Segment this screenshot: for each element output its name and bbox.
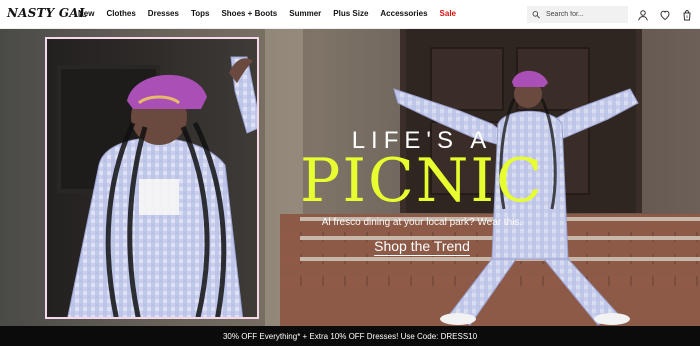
- nav-item-tops[interactable]: Tops: [191, 9, 210, 18]
- nav-item-clothes[interactable]: Clothes: [106, 9, 135, 18]
- nav-item-sale[interactable]: Sale: [440, 9, 456, 18]
- nav-item-summer[interactable]: Summer: [289, 9, 321, 18]
- search-box[interactable]: [527, 6, 628, 23]
- nav-item-accessories[interactable]: Accessories: [380, 9, 427, 18]
- model-left-photo: [67, 56, 257, 317]
- bag-count: 0: [686, 14, 689, 19]
- wishlist-button[interactable]: [659, 8, 671, 21]
- nav-item-dresses[interactable]: Dresses: [148, 9, 179, 18]
- heart-icon: [660, 10, 670, 21]
- user-icon: [638, 10, 648, 21]
- nav-item-shoes-boots[interactable]: Shoes + Boots: [221, 9, 277, 18]
- bag-button[interactable]: 0: [681, 8, 693, 21]
- nav-item-new[interactable]: New: [78, 9, 94, 18]
- inset-photo-frame: [45, 37, 259, 319]
- account-button[interactable]: [637, 8, 649, 21]
- nav-item-plus-size[interactable]: Plus Size: [333, 9, 368, 18]
- top-navigation-bar: NASTY GAL New Clothes Dresses Tops Shoes…: [0, 0, 700, 29]
- hero-text-block: LIFE'S A PICNIC Al fresco dining at your…: [297, 127, 547, 256]
- promo-text: 30% OFF Everything* + Extra 10% OFF Dres…: [222, 331, 478, 341]
- brand-logo[interactable]: NASTY GAL: [7, 6, 87, 20]
- hero-subtext: Al fresco dining at your local park? Wea…: [321, 217, 523, 228]
- search-icon: [532, 11, 540, 19]
- hero-headline-line2: PICNIC: [299, 146, 545, 216]
- shop-the-trend-link[interactable]: Shop the Trend: [374, 238, 470, 254]
- bag-icon: 0: [683, 9, 691, 21]
- hero-banner[interactable]: LIFE'S A PICNIC Al fresco dining at your…: [0, 29, 700, 326]
- promo-banner[interactable]: 30% OFF Everything* + Extra 10% OFF Dres…: [0, 326, 700, 346]
- main-nav: New Clothes Dresses Tops Shoes + Boots S…: [78, 9, 456, 18]
- search-input[interactable]: [544, 10, 628, 19]
